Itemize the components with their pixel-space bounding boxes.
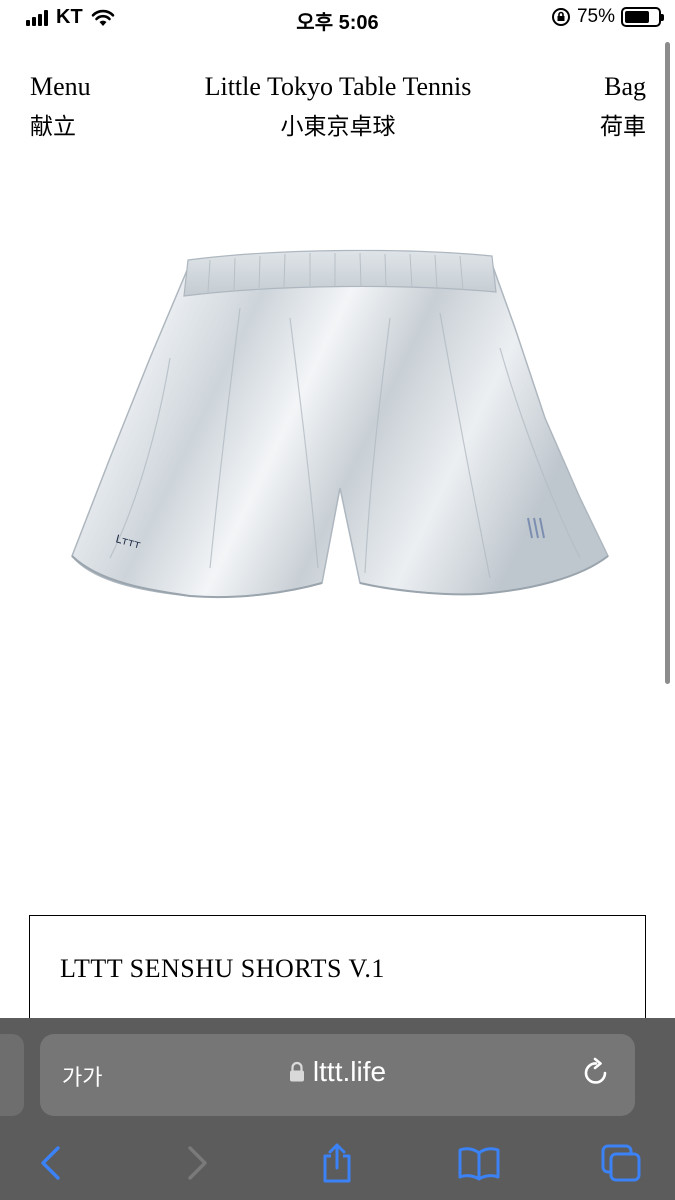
- bookmarks-icon: [458, 1147, 500, 1181]
- menu-label-en: Menu: [30, 72, 91, 101]
- menu-link[interactable]: Menu 献立: [30, 70, 91, 144]
- browser-toolbar: [0, 1136, 675, 1186]
- bag-label-jp: 荷車: [600, 114, 646, 140]
- site-title-jp: 小東京卓球: [280, 114, 396, 140]
- menu-label-jp: 献立: [30, 114, 76, 140]
- tabs-icon: [601, 1144, 641, 1182]
- forward-icon: [188, 1146, 207, 1180]
- bag-label-en: Bag: [604, 72, 646, 101]
- url-text: lttt.life: [312, 1056, 387, 1087]
- address-bar[interactable]: 가가 lttt.life: [40, 1034, 635, 1116]
- product-image[interactable]: Lᴛᴛᴛ: [60, 238, 620, 638]
- product-name: LTTT SENSHU SHORTS V.1: [60, 954, 385, 983]
- status-right: 75%: [551, 6, 664, 28]
- battery-percent: 75%: [576, 6, 615, 27]
- bag-link[interactable]: Bag 荷車: [600, 70, 646, 144]
- tabs-button[interactable]: [598, 1140, 644, 1186]
- site-header: Little Tokyo Table Tennis 小東京卓球 Menu 献立 …: [30, 70, 646, 150]
- site-title-en: Little Tokyo Table Tennis: [204, 72, 472, 101]
- battery-level: [625, 11, 649, 23]
- previous-tab-preview[interactable]: [0, 1034, 24, 1116]
- back-button[interactable]: [28, 1140, 74, 1186]
- status-bar: KT 오후 5:06 75%: [0, 0, 675, 40]
- lock-icon: [289, 1061, 304, 1082]
- battery-icon: [621, 7, 664, 27]
- scroll-indicator[interactable]: [665, 42, 670, 684]
- share-button[interactable]: [314, 1140, 360, 1186]
- orientation-lock-icon: [551, 8, 570, 26]
- reload-icon[interactable]: [579, 1056, 613, 1090]
- browser-chrome: 가가 lttt.life: [0, 1018, 675, 1200]
- forward-button[interactable]: [174, 1140, 220, 1186]
- site-title-link[interactable]: Little Tokyo Table Tennis 小東京卓球: [30, 70, 646, 144]
- url-display[interactable]: lttt.life: [40, 1056, 635, 1088]
- bookmarks-button[interactable]: [456, 1140, 502, 1186]
- back-icon: [41, 1146, 60, 1180]
- share-icon: [323, 1143, 351, 1183]
